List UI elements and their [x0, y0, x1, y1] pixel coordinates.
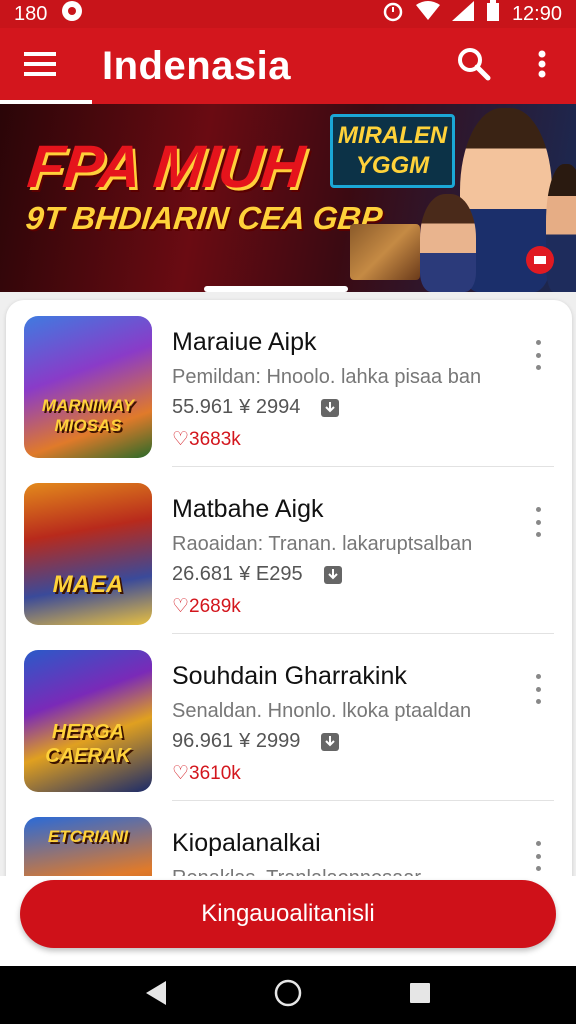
more-options-button[interactable]	[526, 672, 550, 706]
app-bar: Indenasia	[0, 28, 576, 104]
app-size: 26.681	[172, 563, 234, 585]
system-nav-bar	[0, 966, 576, 1024]
download-icon	[323, 565, 343, 585]
banner-headline: FPA MIUH	[24, 133, 307, 200]
app-price: ♡2689k	[172, 596, 241, 617]
app-name: Maraiue Aipk	[172, 328, 317, 356]
app-description: Senaldan. Hnonlo. lkoka ptaaldan	[172, 700, 472, 722]
promo-banner[interactable]: FPA MIUH 9T BHDIARIN CEA GBP MIRALEN YGG…	[0, 104, 576, 292]
app-name: Souhdain Gharrakink	[172, 662, 407, 690]
app-rating: ¥ 2994	[239, 396, 301, 418]
app-stats: 96.961 ¥ 2999	[172, 730, 340, 753]
banner-badge-icon[interactable]	[526, 246, 554, 274]
status-bar: 180 12:90	[0, 0, 576, 28]
more-options-button[interactable]	[526, 505, 550, 539]
search-button[interactable]	[440, 28, 508, 104]
more-options-button[interactable]	[526, 839, 550, 873]
home-button[interactable]	[264, 971, 312, 1019]
app-icon: MAEA	[24, 483, 152, 625]
banner-character-left	[420, 194, 476, 292]
download-icon	[320, 732, 340, 752]
overflow-menu-button[interactable]	[508, 28, 576, 104]
status-left-text: 180	[14, 2, 48, 25]
app-description: Pemildan: Hnoolo. lahka pisaa ban	[172, 366, 482, 388]
app-price: ♡3610k	[172, 763, 241, 784]
app-price: ♡3683k	[172, 429, 241, 450]
install-button[interactable]: Kingauoalitanisli	[20, 880, 556, 948]
signal-icon	[451, 1, 474, 27]
banner-page-indicator	[204, 286, 348, 292]
banner-crates	[350, 224, 420, 280]
back-icon	[144, 980, 168, 1011]
menu-button[interactable]	[0, 28, 80, 104]
more-options-button[interactable]	[526, 338, 550, 372]
search-icon	[456, 46, 492, 87]
download-icon	[320, 398, 340, 418]
back-button[interactable]	[132, 971, 180, 1019]
notification-icon	[61, 0, 83, 28]
app-icon: HERGA CAERAK	[24, 650, 152, 792]
app-size: 96.961	[172, 730, 234, 752]
banner-subline: 9T BHDIARIN CEA GBP	[24, 200, 385, 236]
app-size: 55.961	[172, 396, 234, 418]
home-icon	[274, 979, 302, 1012]
app-rating: ¥ E295	[239, 563, 303, 585]
app-stats: 55.961 ¥ 2994	[172, 396, 340, 419]
more-vert-icon	[538, 50, 546, 83]
battery-icon	[486, 0, 500, 28]
alarm-icon	[382, 0, 404, 28]
status-time: 12:90	[511, 2, 562, 25]
banner-tag: MIRALEN YGGM	[330, 114, 455, 188]
recents-button[interactable]	[396, 971, 444, 1019]
app-stats: 26.681 ¥ E295	[172, 563, 343, 586]
list-item[interactable]: HERGA CAERAK Souhdain Gharrakink Senalda…	[6, 634, 572, 801]
app-name: Kiopalanalkai	[172, 829, 321, 857]
menu-icon	[24, 51, 56, 82]
app-description: Raoaidan: Tranan. lakaruptsalban	[172, 533, 473, 555]
list-item[interactable]: MARNIMAY MIOSAS Maraiue Aipk Pemildan: H…	[6, 300, 572, 467]
app-icon: MARNIMAY MIOSAS	[24, 316, 152, 458]
recents-icon	[409, 982, 431, 1009]
list-item[interactable]: MAEA Matbahe Aigk Raoaidan: Tranan. laka…	[6, 467, 572, 634]
app-name: Matbahe Aigk	[172, 495, 324, 523]
wifi-icon	[415, 1, 440, 27]
page-title: Indenasia	[102, 43, 292, 88]
app-rating: ¥ 2999	[239, 730, 301, 752]
